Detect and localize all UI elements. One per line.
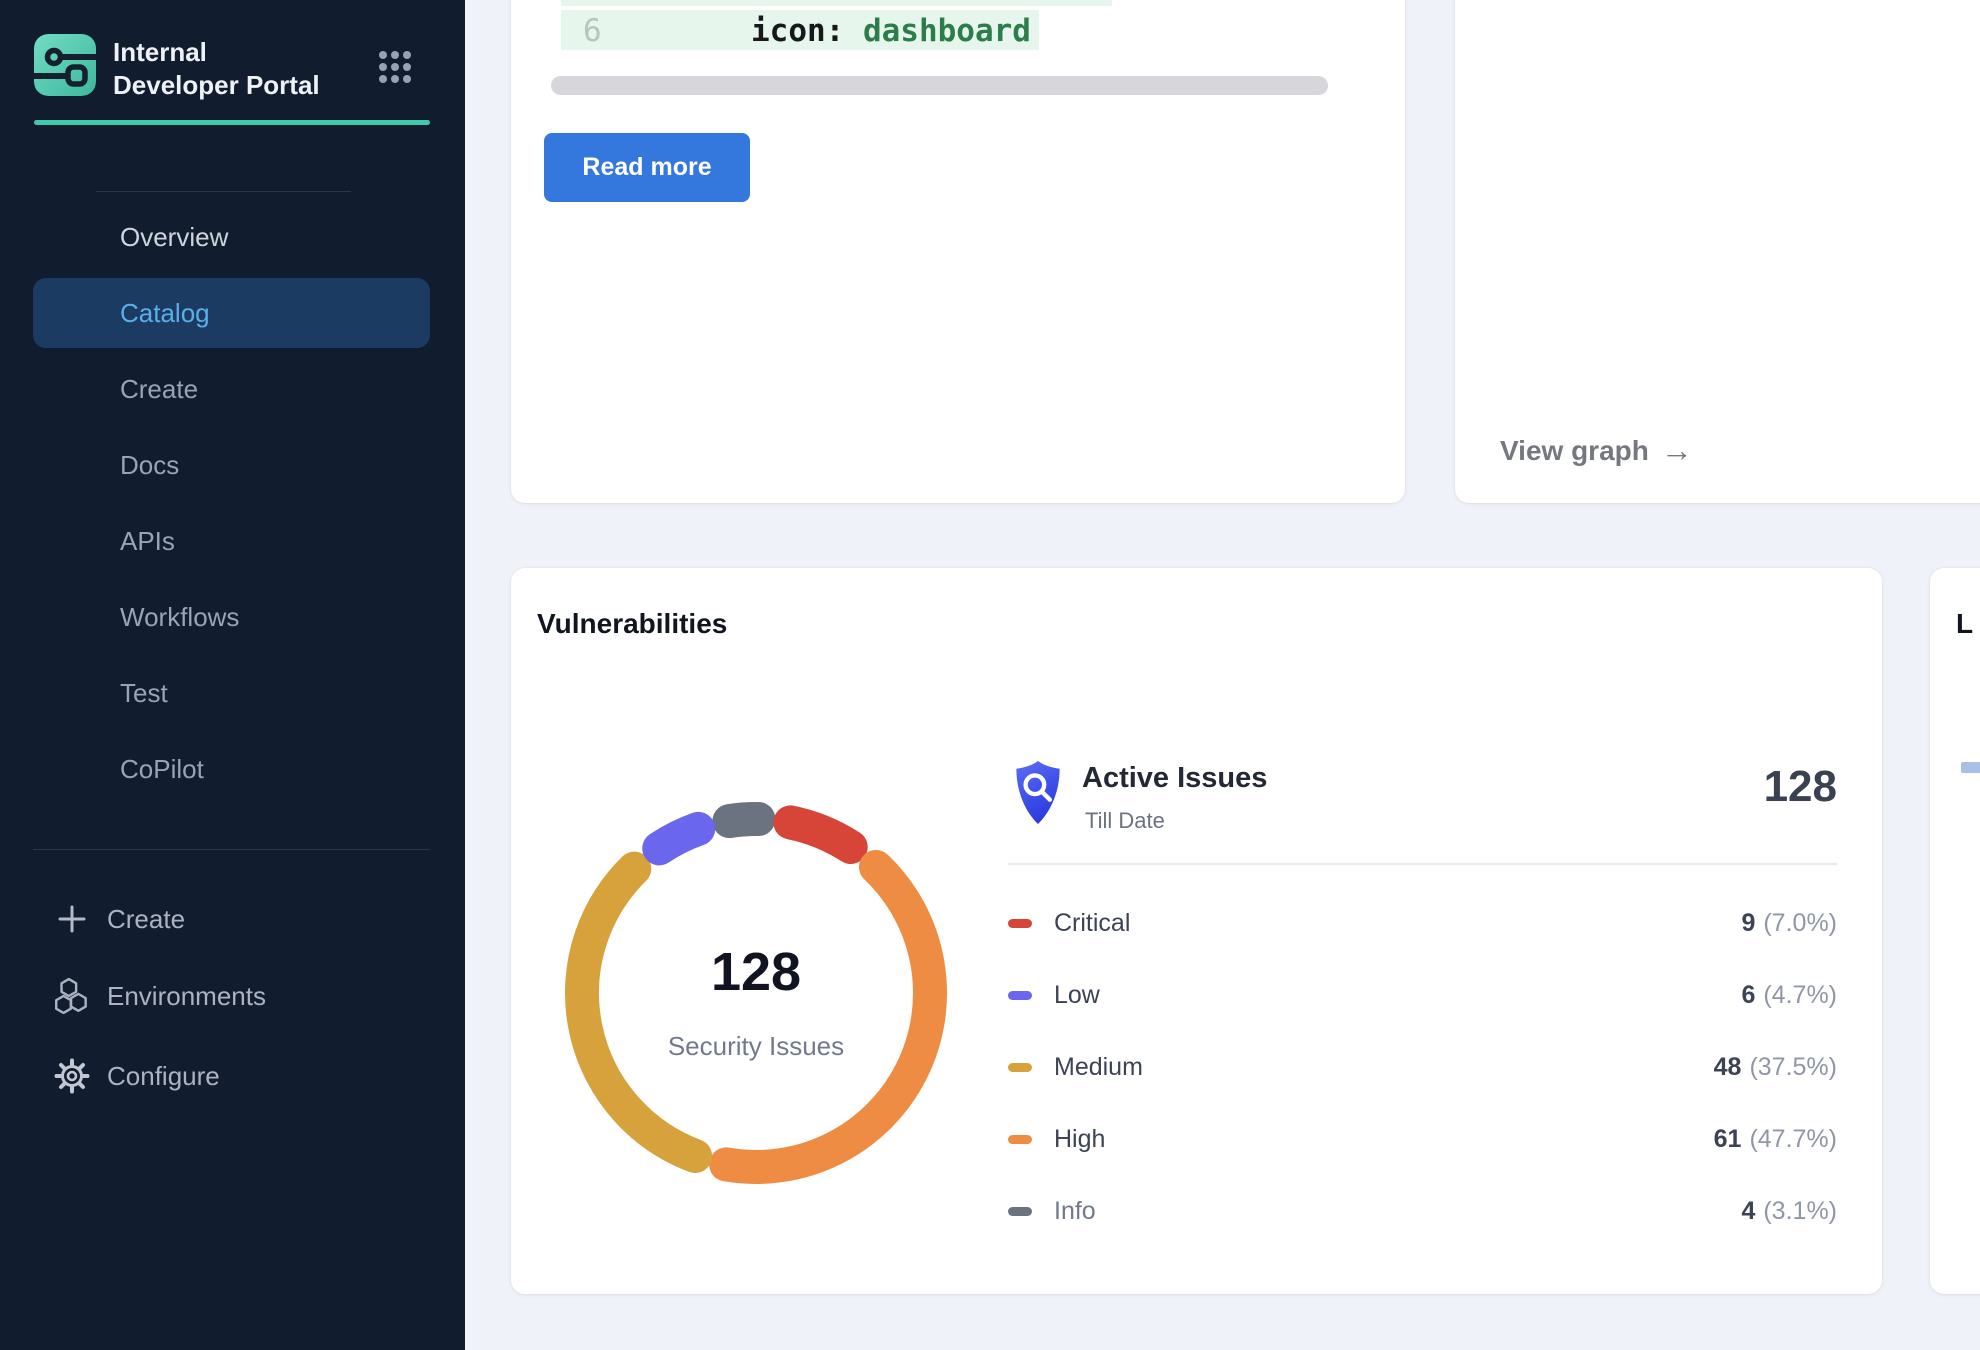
medium-color-pill [1008,1063,1032,1072]
donut-center-label: Security Issues [536,1031,976,1062]
code-text: icon: dashboard [751,13,1031,49]
donut-total-value: 128 [536,941,976,1003]
info-value: 4(3.1%) [1741,1197,1837,1226]
sidebar: Internal Developer Portal Overview Catal… [0,0,465,1350]
read-more-button[interactable]: Read more [544,133,750,202]
critical-color-pill [1008,919,1032,928]
sidebar-item-workflows[interactable]: Workflows [33,582,430,652]
apps-grid-icon[interactable] [376,48,414,86]
partial-chart-bar [1961,762,1980,773]
sidebar-item-docs[interactable]: Docs [33,430,430,500]
code-value: dashboard [863,13,1031,49]
graph-card: View graph → [1455,0,1980,503]
donut-segment-high [726,867,930,1167]
arrow-right-icon: → [1661,432,1693,469]
code-snippet-card: 6 icon: dashboard Read more [511,0,1405,503]
sidebar-configure-button[interactable]: Configure [0,1048,465,1104]
sidebar-item-create[interactable]: Create [33,354,430,424]
high-value: 61(47.7%) [1714,1125,1837,1154]
vulnerabilities-title: Vulnerabilities [537,608,727,640]
legend-row-critical: Critical 9(7.0%) [1008,903,1837,943]
nav-divider [96,191,351,192]
donut-segment-medium [582,869,695,1156]
gear-icon [54,1058,90,1094]
medium-value: 48(37.5%) [1714,1053,1837,1082]
critical-value: 9(7.0%) [1741,909,1837,938]
sidebar-footer-divider [33,849,430,850]
legend-row-low: Low 6(4.7%) [1008,975,1837,1015]
donut-segment-info [729,819,758,821]
active-issues-title: Active Issues [1082,762,1267,795]
legend-row-high: High 61(47.7%) [1008,1119,1837,1159]
sidebar-item-apis[interactable]: APIs [33,506,430,576]
security-issues-donut-chart: 128 Security Issues [536,773,976,1213]
view-graph-link[interactable]: View graph → [1500,432,1693,469]
low-color-pill [1008,991,1032,1000]
partial-right-card: L [1930,568,1980,1294]
high-color-pill [1008,1135,1032,1144]
vulnerabilities-card: Vulnerabilities 128 Security Issues Acti… [511,568,1882,1294]
horizontal-scrollbar[interactable] [551,76,1328,95]
sidebar-item-copilot[interactable]: CoPilot [33,734,430,804]
portal-title: Internal Developer Portal [113,36,338,101]
hexagons-icon [54,978,90,1014]
sidebar-item-catalog[interactable]: Catalog [33,278,430,348]
low-value: 6(4.7%) [1741,981,1837,1010]
sidebar-accent-underline [34,120,430,125]
plus-icon [54,901,90,937]
info-color-pill [1008,1207,1032,1216]
donut-segment-low [659,829,698,849]
summary-divider [1008,863,1837,865]
partial-card-title: L [1956,608,1973,640]
legend-row-medium: Medium 48(37.5%) [1008,1047,1837,1087]
sidebar-item-test[interactable]: Test [33,658,430,728]
active-issues-total: 128 [1764,762,1837,812]
legend-row-info: Info 4(3.1%) [1008,1191,1837,1231]
donut-segment-critical [790,822,850,847]
brand: Internal Developer Portal [34,34,434,100]
sidebar-item-overview[interactable]: Overview [33,202,430,272]
security-shield-icon [1012,760,1064,826]
code-line-partial [561,0,1112,6]
code-line-6: 6 icon: dashboard [561,10,1039,50]
sidebar-environments-button[interactable]: Environments [0,968,465,1024]
code-line-number: 6 [583,13,602,49]
active-issues-subtitle: Till Date [1085,808,1165,834]
portal-logo-icon[interactable] [34,34,96,96]
sidebar-create-button[interactable]: Create [0,891,465,947]
